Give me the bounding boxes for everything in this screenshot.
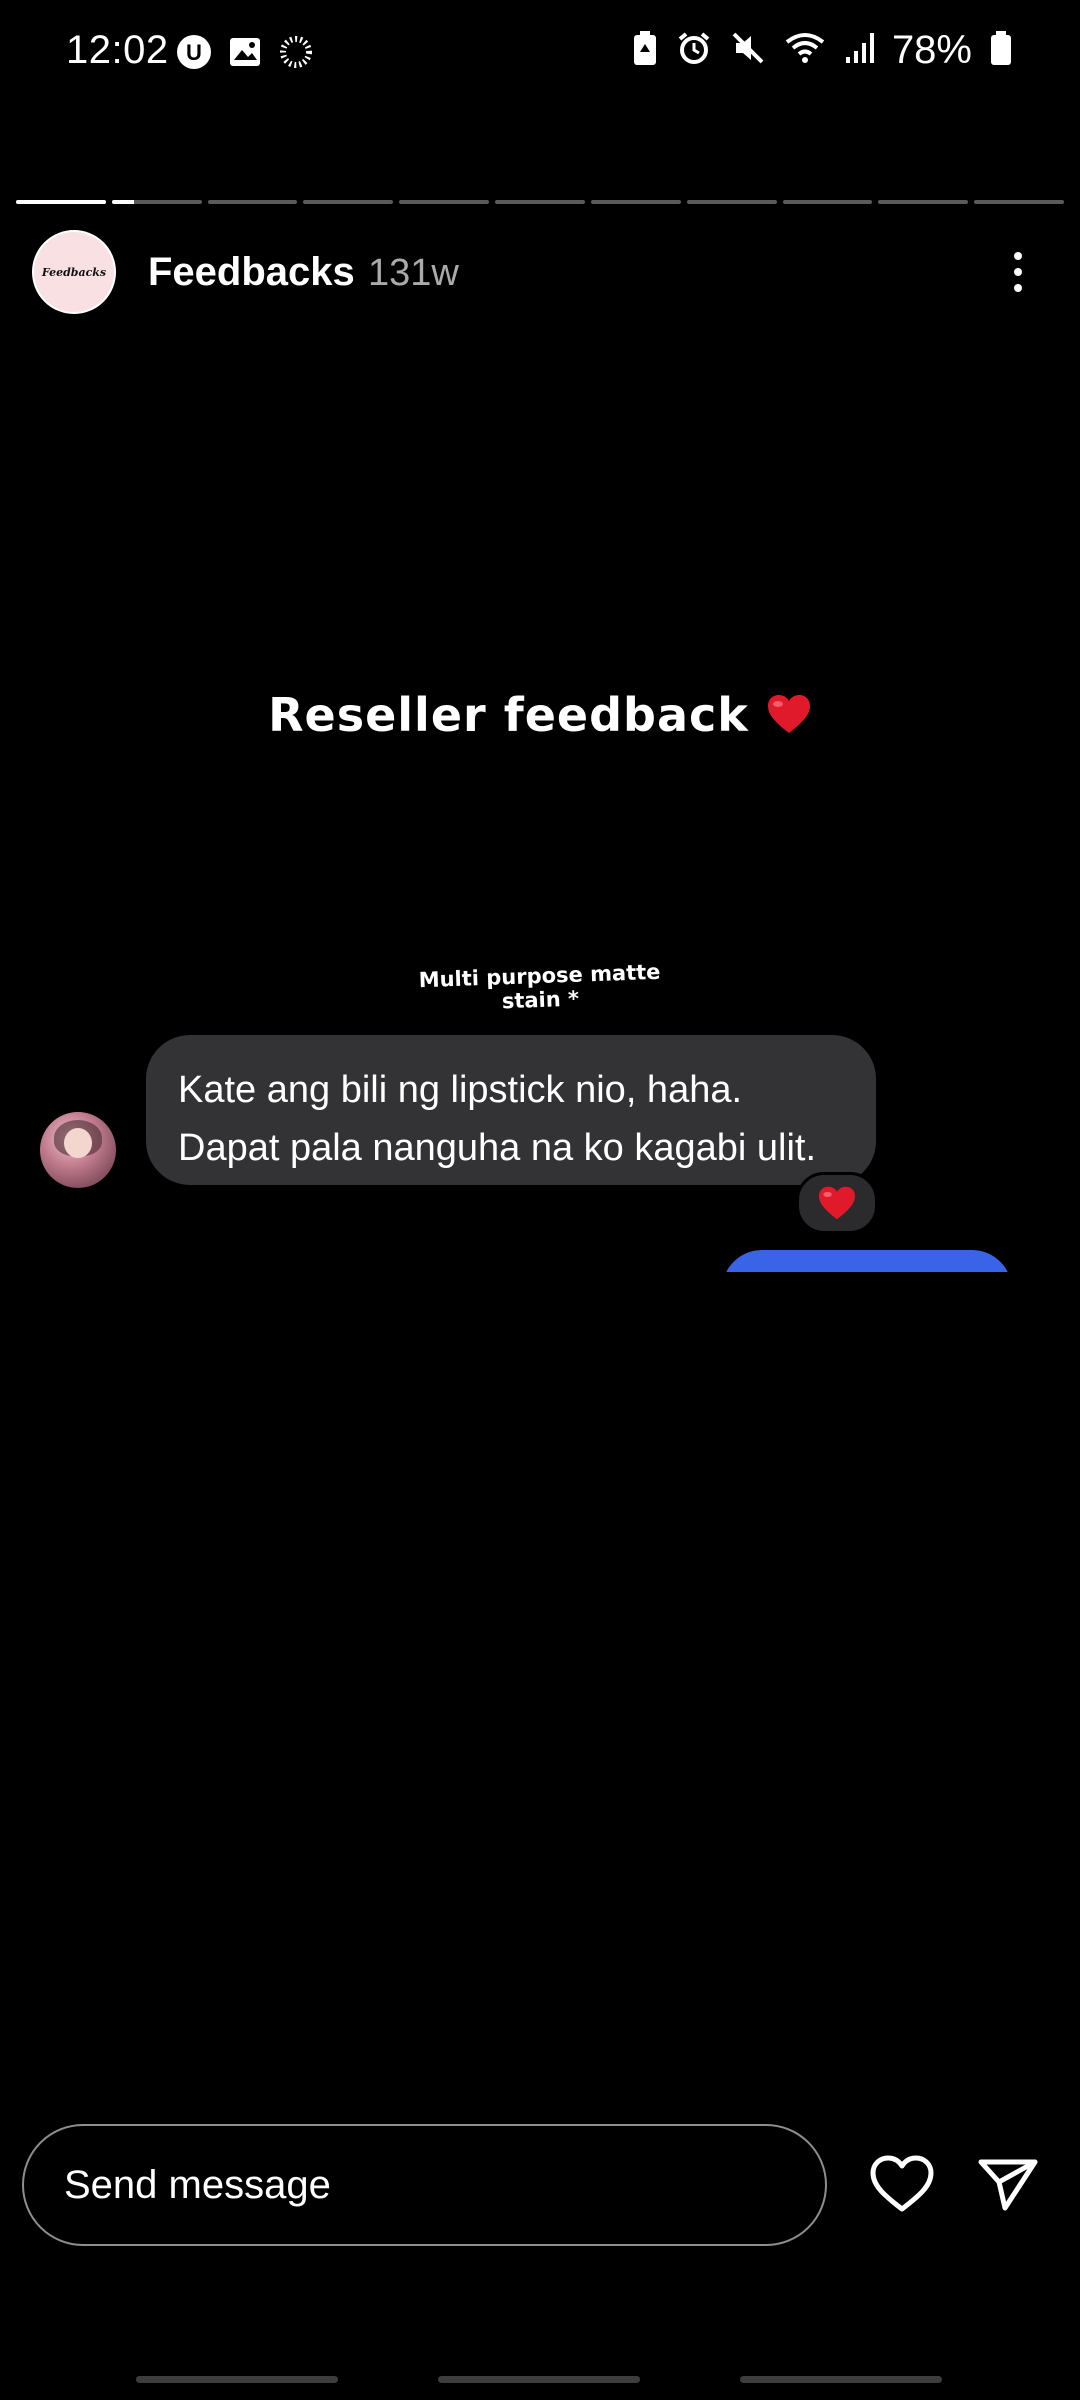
- send-message-input[interactable]: Send message: [22, 2124, 827, 2246]
- progress-segment: [686, 200, 777, 204]
- progress-segment: [590, 200, 681, 204]
- progress-segment: [495, 200, 585, 204]
- progress-segment: [878, 200, 969, 204]
- progress-fill: [16, 200, 106, 204]
- message-bubble: Kate ang bili ng lipstick nio, haha. Dap…: [146, 1035, 876, 1185]
- signal-icon: [844, 31, 874, 70]
- nav-home-handle[interactable]: [438, 2376, 640, 2383]
- battery-saver-icon: [632, 30, 658, 71]
- svg-text:U: U: [186, 40, 202, 65]
- avatar-face: [64, 1128, 92, 1158]
- message-line-2: Dapat pala nanguha na ko kagabi ulit.: [178, 1127, 817, 1169]
- battery-percent: 78%: [891, 28, 972, 72]
- more-dot: [1014, 268, 1022, 276]
- status-left-icons: U: [176, 34, 314, 75]
- heart-reaction: [796, 1172, 878, 1234]
- image-icon: [228, 36, 262, 73]
- progress-segment: [207, 200, 298, 204]
- progress-segment: [399, 200, 490, 204]
- send-icon: [977, 2156, 1039, 2217]
- progress-segment: [974, 200, 1064, 204]
- profile-name[interactable]: Feedbacks: [148, 250, 355, 295]
- story-header: Feedbacks Feedbacks 131w: [0, 230, 1080, 316]
- status-bar: 12:02 U 78%: [0, 0, 1080, 110]
- story-annotation: Multi purpose matte stain *: [414, 960, 666, 1017]
- heart-outline-icon: [869, 2154, 935, 2219]
- u-badge-icon: U: [176, 34, 212, 75]
- message-line-1: Kate ang bili ng lipstick nio, haha.: [178, 1069, 743, 1111]
- more-dot: [1014, 284, 1022, 292]
- like-button[interactable]: [862, 2148, 942, 2224]
- progress-segment: [303, 200, 394, 204]
- outgoing-bubble-edge: [722, 1250, 1012, 1272]
- sender-avatar: [40, 1112, 116, 1188]
- loading-ring-icon: [278, 34, 314, 75]
- progress-fill: [111, 200, 135, 204]
- more-vertical-icon: [1014, 252, 1022, 260]
- status-time: 12:02: [66, 28, 169, 72]
- profile-avatar[interactable]: Feedbacks: [32, 230, 116, 314]
- nav-back-handle[interactable]: [136, 2376, 338, 2383]
- wifi-icon: [784, 30, 826, 71]
- progress-segment: [16, 200, 106, 204]
- progress-segment: [782, 200, 873, 204]
- heart-emoji: [749, 688, 812, 742]
- alarm-icon: [676, 30, 712, 71]
- story-time: 131w: [368, 252, 459, 294]
- send-message-placeholder: Send message: [64, 2162, 331, 2207]
- nav-recents-handle[interactable]: [740, 2376, 942, 2383]
- story-progress: [16, 200, 1064, 204]
- battery-icon: [990, 30, 1012, 71]
- progress-segment: [111, 200, 202, 204]
- annotation-line-2: stain *: [501, 986, 580, 1014]
- avatar-logo-text: Feedbacks: [41, 265, 107, 279]
- story-heading: Reseller feedback: [0, 688, 1080, 742]
- send-button[interactable]: [966, 2148, 1050, 2224]
- status-right-icons: 78%: [632, 28, 1012, 73]
- mute-icon: [730, 30, 766, 71]
- more-options-button[interactable]: [978, 230, 1058, 314]
- heading-text: Reseller feedback: [268, 688, 749, 742]
